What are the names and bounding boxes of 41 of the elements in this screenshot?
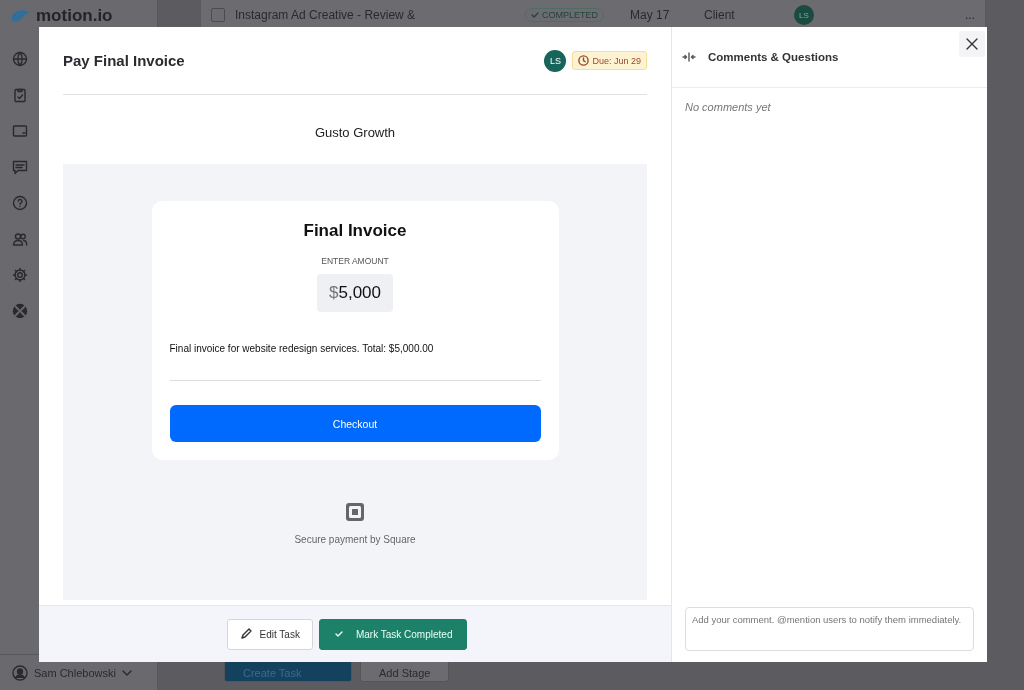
avatar: LS — [544, 49, 567, 72]
checkout-button[interactable]: Checkout — [169, 405, 541, 442]
chevron-down-icon — [121, 670, 132, 676]
close-icon — [966, 38, 978, 50]
clipboard-icon[interactable] — [12, 87, 28, 103]
chat-icon[interactable] — [12, 159, 28, 175]
lifebuoy-icon[interactable] — [12, 303, 28, 319]
amount-label: ENTER AMOUNT — [321, 256, 389, 266]
user-icon — [12, 665, 28, 681]
more-menu-button[interactable]: ... — [965, 8, 975, 22]
help-icon[interactable] — [12, 195, 28, 211]
comments-title: Comments & Questions — [708, 51, 839, 63]
invoice-description: Final invoice for website redesign services. Total: $5,000.00 — [169, 343, 435, 354]
task-date: May 17 — [630, 8, 671, 22]
logo-text: motion.io — [36, 6, 113, 26]
globe-icon[interactable] — [12, 51, 28, 67]
task-title: Instagram Ad Creative - Review & — [235, 8, 417, 22]
gear-icon[interactable] — [12, 267, 28, 283]
clock-icon — [578, 55, 590, 66]
people-icon[interactable] — [12, 231, 28, 247]
empty-comments-text: No comments yet — [684, 100, 772, 115]
square-logo-icon — [346, 503, 364, 521]
business-name: Gusto Growth — [313, 124, 397, 142]
amount-field[interactable]: $5,000 — [317, 274, 393, 312]
due-date-badge: Due: Jun 29 — [572, 51, 647, 70]
invoice-title: Final Invoice — [303, 221, 407, 241]
comment-field[interactable]: Add your comment. @mention users to notify them immediately. — [685, 607, 974, 651]
user-name[interactable]: Sam Chlebowski — [34, 667, 116, 679]
assignee-role: Client — [704, 8, 736, 22]
checkbox[interactable] — [211, 8, 225, 22]
avatar: LS — [794, 5, 814, 25]
edit-task-button[interactable]: Edit Task — [226, 618, 313, 650]
pencil-icon — [239, 628, 252, 640]
collapse-icon — [682, 52, 696, 62]
mark-completed-button[interactable]: Mark Task Completed — [318, 618, 468, 650]
check-icon — [531, 11, 539, 19]
dialog-title: Pay Final Invoice — [63, 52, 185, 69]
check-icon — [333, 629, 344, 639]
card-icon[interactable] — [12, 123, 28, 139]
close-button[interactable] — [959, 31, 985, 57]
secure-payment-note: Secure payment by Square — [294, 534, 416, 545]
